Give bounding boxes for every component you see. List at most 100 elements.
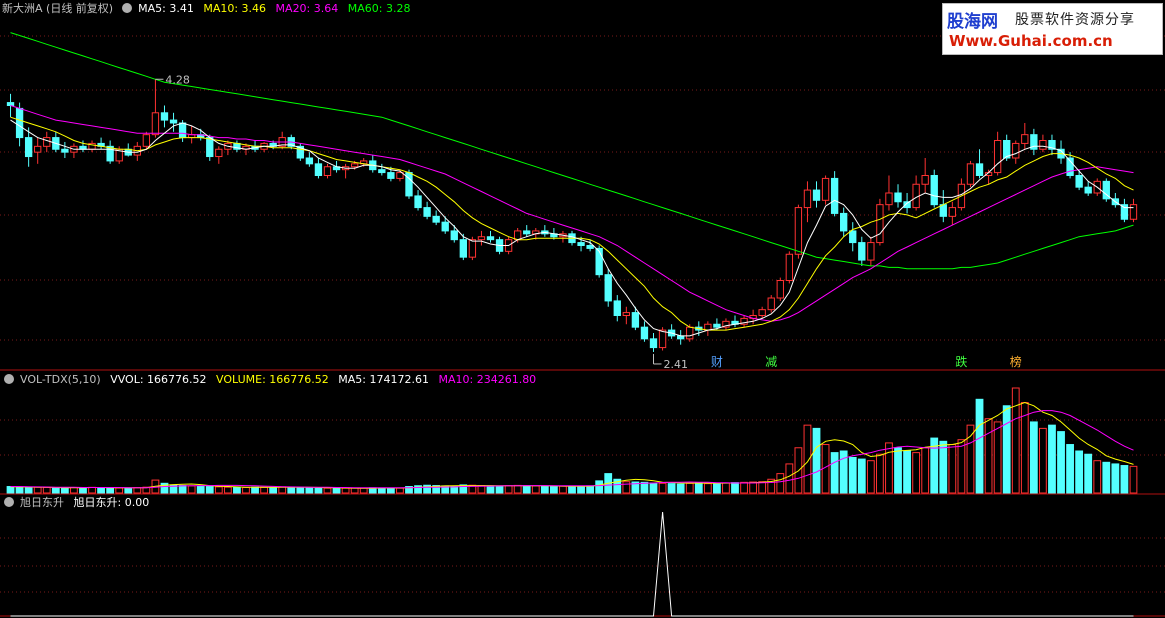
candle[interactable] bbox=[142, 134, 151, 147]
candle[interactable] bbox=[523, 230, 531, 235]
candle[interactable] bbox=[459, 239, 467, 258]
candle[interactable] bbox=[640, 326, 649, 340]
volume-bar[interactable] bbox=[685, 482, 694, 494]
volume-bar[interactable] bbox=[876, 453, 884, 494]
candle[interactable] bbox=[513, 230, 522, 241]
volume-bar[interactable] bbox=[233, 486, 241, 494]
volume-bar[interactable] bbox=[894, 447, 902, 494]
candle[interactable] bbox=[849, 230, 857, 244]
volume-bar[interactable] bbox=[1075, 450, 1084, 494]
volume-bar[interactable] bbox=[106, 487, 115, 494]
volume-bar[interactable] bbox=[305, 487, 314, 494]
candle[interactable] bbox=[894, 192, 902, 203]
volume-bar[interactable] bbox=[586, 485, 595, 494]
candle[interactable] bbox=[323, 166, 332, 176]
volume-settings-gear-icon[interactable] bbox=[4, 374, 14, 384]
volume-bar[interactable] bbox=[957, 439, 966, 494]
volume-bar[interactable] bbox=[649, 482, 658, 494]
volume-bar[interactable] bbox=[568, 486, 576, 494]
candle[interactable] bbox=[61, 148, 69, 153]
volume-bar[interactable] bbox=[667, 483, 676, 494]
event-marker-label[interactable]: 跌 bbox=[955, 354, 967, 369]
volume-indicator-name[interactable]: VOL-TDX(5,10) bbox=[20, 373, 101, 386]
candle[interactable] bbox=[930, 175, 938, 206]
volume-bar[interactable] bbox=[921, 447, 930, 494]
volume-bar[interactable] bbox=[848, 456, 857, 494]
candle[interactable] bbox=[6, 102, 15, 107]
volume-bar[interactable] bbox=[622, 481, 631, 494]
volume-bar[interactable] bbox=[269, 487, 278, 494]
volume-bar[interactable] bbox=[1102, 461, 1111, 494]
volume-bar[interactable] bbox=[948, 444, 957, 494]
volume-bar[interactable] bbox=[214, 486, 223, 494]
candle[interactable] bbox=[160, 112, 169, 121]
volume-bar[interactable] bbox=[70, 487, 78, 494]
volume-bar[interactable] bbox=[722, 482, 730, 494]
candle[interactable] bbox=[803, 189, 812, 209]
volume-bar[interactable] bbox=[350, 487, 359, 494]
candle[interactable] bbox=[821, 177, 830, 201]
volume-bar[interactable] bbox=[60, 487, 69, 494]
volume-bar[interactable] bbox=[694, 482, 703, 494]
candle[interactable] bbox=[169, 119, 178, 124]
candle[interactable] bbox=[486, 236, 495, 241]
event-marker-label[interactable]: 减 bbox=[765, 355, 777, 369]
volume-bar[interactable] bbox=[1120, 465, 1129, 494]
volume-bar[interactable] bbox=[676, 483, 685, 494]
volume-bar[interactable] bbox=[522, 485, 531, 494]
volume-bar[interactable] bbox=[287, 486, 296, 494]
volume-bar[interactable] bbox=[33, 486, 42, 494]
candle[interactable] bbox=[622, 312, 631, 317]
candle[interactable] bbox=[867, 242, 875, 261]
indicator-settings-gear-icon[interactable] bbox=[4, 497, 14, 507]
volume-bar[interactable] bbox=[1111, 463, 1120, 494]
candle[interactable] bbox=[686, 326, 694, 340]
volume-bar[interactable] bbox=[1129, 465, 1138, 494]
volume-bar[interactable] bbox=[115, 487, 124, 494]
volume-bar[interactable] bbox=[1011, 387, 1020, 494]
volume-bar[interactable] bbox=[993, 421, 1002, 494]
volume-bar[interactable] bbox=[377, 487, 386, 494]
volume-bar[interactable] bbox=[939, 440, 948, 494]
candle[interactable] bbox=[975, 163, 984, 176]
candle[interactable] bbox=[305, 157, 314, 165]
candle[interactable] bbox=[43, 137, 51, 147]
volume-bar[interactable] bbox=[495, 485, 504, 494]
candle[interactable] bbox=[1012, 142, 1020, 159]
volume-bar[interactable] bbox=[359, 487, 368, 494]
candle[interactable] bbox=[1129, 204, 1138, 220]
settings-gear-icon[interactable] bbox=[122, 3, 133, 13]
volume-bar[interactable] bbox=[966, 424, 975, 494]
volume-bar[interactable] bbox=[486, 485, 495, 494]
candle[interactable] bbox=[1075, 175, 1083, 188]
volume-bar[interactable] bbox=[223, 486, 232, 494]
candle[interactable] bbox=[15, 107, 24, 139]
volume-bar[interactable] bbox=[1093, 460, 1102, 494]
volume-bar[interactable] bbox=[912, 452, 921, 494]
candle[interactable] bbox=[840, 212, 848, 232]
volume-bar[interactable] bbox=[559, 485, 567, 494]
candle[interactable] bbox=[450, 230, 458, 241]
volume-bar[interactable] bbox=[740, 481, 748, 494]
candle[interactable] bbox=[468, 239, 477, 258]
candle[interactable] bbox=[830, 177, 839, 214]
volume-bar[interactable] bbox=[296, 487, 305, 494]
volume-bar[interactable] bbox=[776, 473, 785, 494]
candle[interactable] bbox=[649, 338, 658, 349]
volume-bar[interactable] bbox=[79, 487, 87, 494]
candle[interactable] bbox=[604, 274, 612, 302]
volume-bar[interactable] bbox=[812, 427, 821, 494]
candle[interactable] bbox=[858, 242, 866, 261]
volume-bar[interactable] bbox=[1039, 427, 1047, 494]
candle[interactable] bbox=[432, 215, 440, 223]
candle[interactable] bbox=[658, 329, 667, 349]
volume-bar[interactable] bbox=[830, 452, 839, 494]
volume-bar[interactable] bbox=[97, 487, 105, 494]
candle[interactable] bbox=[758, 309, 766, 316]
volume-bar[interactable] bbox=[513, 484, 522, 494]
volume-bar[interactable] bbox=[1002, 405, 1011, 494]
candle[interactable] bbox=[24, 137, 33, 158]
volume-bar[interactable] bbox=[731, 482, 739, 494]
indicator-name[interactable]: 旭日东升 bbox=[20, 496, 64, 509]
event-marker-label[interactable]: 财 bbox=[711, 355, 723, 369]
